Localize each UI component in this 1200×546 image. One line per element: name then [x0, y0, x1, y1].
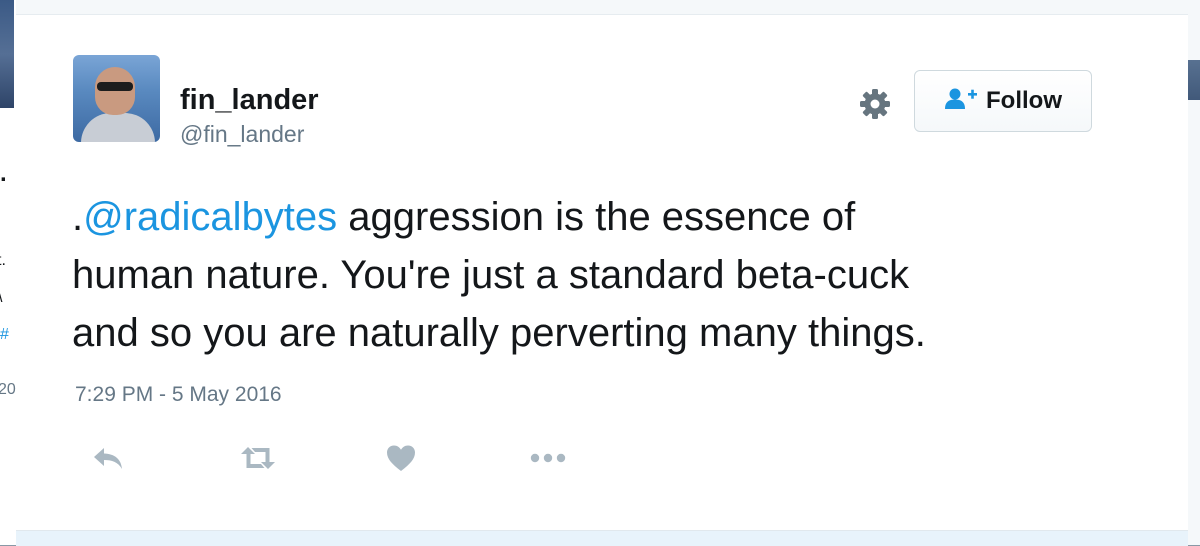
reply-icon[interactable] [88, 440, 128, 476]
avatar[interactable] [73, 55, 160, 142]
follow-user-icon [944, 87, 978, 116]
tweet-text: .@radicalbytes aggression is the essence… [72, 188, 1132, 362]
avatar-face [95, 67, 135, 115]
retweet-icon[interactable] [238, 440, 278, 476]
follow-button-label: Follow [986, 87, 1062, 114]
avatar-sunglasses [97, 82, 133, 91]
background-text-fragment: # [0, 326, 9, 343]
more-dots-icon[interactable] [528, 440, 568, 476]
user-handle[interactable]: @fin_lander [180, 119, 304, 149]
tweet-mention-link[interactable]: @radicalbytes [83, 195, 337, 239]
background-right-thumbnail [1188, 60, 1200, 100]
tweet-text-line2: human nature. You're just a standard bet… [72, 253, 910, 297]
background-text-fragment: \ [0, 289, 2, 307]
follow-button[interactable]: Follow [914, 70, 1092, 132]
reply-area-edge [16, 530, 1188, 546]
modal-top-edge [16, 0, 1188, 15]
gear-icon[interactable] [857, 86, 893, 122]
heart-icon[interactable] [381, 440, 421, 476]
background-text-fragment: t. [0, 252, 6, 269]
display-name[interactable]: fin_lander [180, 82, 319, 118]
background-text-fragment: . [0, 160, 7, 187]
tweet-text-prefix: . [72, 195, 84, 239]
avatar-shirt [81, 113, 155, 142]
background-profile-photo [0, 0, 14, 108]
background-text-fragment: 20 [0, 381, 16, 398]
tweet-text-line1: aggression is the essence of [337, 195, 856, 239]
tweet-text-line3: and so you are naturally perverting many… [72, 311, 926, 355]
tweet-timestamp[interactable]: 7:29 PM - 5 May 2016 [75, 383, 282, 407]
